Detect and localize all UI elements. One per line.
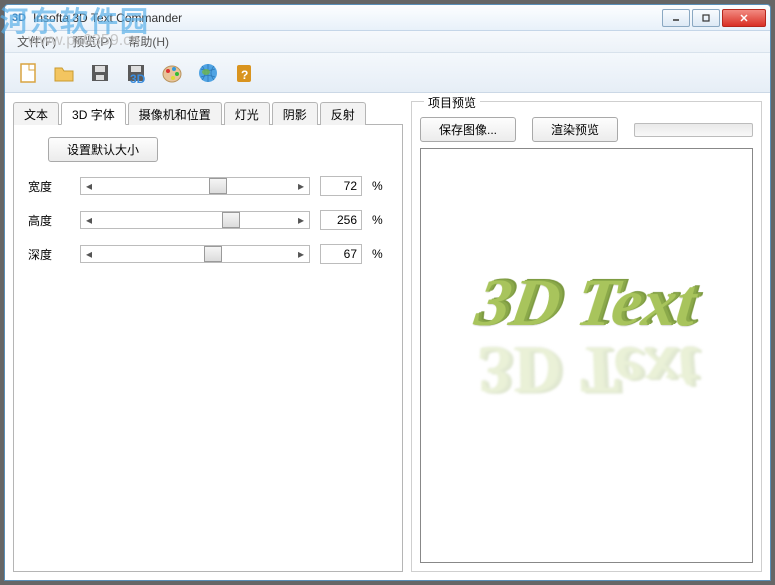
svg-text:3D: 3D: [130, 72, 146, 85]
progress-bar: [634, 123, 753, 137]
width-unit: %: [372, 179, 388, 193]
preview-group: 项目预览 保存图像... 渲染预览 3D Text 3D Text: [411, 101, 762, 572]
slider-width: 宽度 ◂ ▸ 72 %: [28, 176, 388, 196]
save-icon[interactable]: [83, 56, 117, 90]
width-slider[interactable]: ◂ ▸: [80, 177, 310, 195]
depth-slider[interactable]: ◂ ▸: [80, 245, 310, 263]
right-panel: 项目预览 保存图像... 渲染预览 3D Text 3D Text: [411, 101, 762, 572]
preview-canvas: 3D Text 3D Text: [420, 148, 753, 563]
arrow-left-icon[interactable]: ◂: [81, 178, 97, 194]
height-value[interactable]: 256: [320, 210, 362, 230]
width-thumb[interactable]: [209, 178, 227, 194]
tab-body: 设置默认大小 宽度 ◂ ▸ 72 % 高度 ◂: [13, 125, 403, 572]
tab-strip: 文本 3D 字体 摄像机和位置 灯光 阴影 反射: [13, 101, 403, 125]
arrow-right-icon[interactable]: ▸: [293, 212, 309, 228]
height-slider[interactable]: ◂ ▸: [80, 211, 310, 229]
width-label: 宽度: [28, 178, 70, 195]
slider-height: 高度 ◂ ▸ 256 %: [28, 210, 388, 230]
tab-shadow[interactable]: 阴影: [272, 102, 318, 125]
minimize-button[interactable]: [662, 9, 690, 27]
depth-thumb[interactable]: [204, 246, 222, 262]
svg-text:?: ?: [241, 68, 248, 82]
tab-text[interactable]: 文本: [13, 102, 59, 125]
tab-3d-font[interactable]: 3D 字体: [61, 102, 126, 125]
watermark-url: www.pc0359.cn: [28, 32, 140, 50]
slider-depth: 深度 ◂ ▸ 67 %: [28, 244, 388, 264]
height-thumb[interactable]: [222, 212, 240, 228]
help-icon[interactable]: ?: [227, 56, 261, 90]
maximize-button[interactable]: [692, 9, 720, 27]
set-default-button[interactable]: 设置默认大小: [48, 137, 158, 162]
depth-unit: %: [372, 247, 388, 261]
depth-label: 深度: [28, 246, 70, 263]
arrow-left-icon[interactable]: ◂: [81, 246, 97, 262]
depth-value[interactable]: 67: [320, 244, 362, 264]
preview-text-reflection: 3D Text: [470, 330, 700, 408]
tab-light[interactable]: 灯光: [224, 102, 270, 125]
content-area: 文本 3D 字体 摄像机和位置 灯光 阴影 反射 设置默认大小 宽度 ◂ ▸: [5, 93, 770, 580]
new-icon[interactable]: [11, 56, 45, 90]
save-image-button[interactable]: 保存图像...: [420, 117, 516, 142]
left-panel: 文本 3D 字体 摄像机和位置 灯光 阴影 反射 设置默认大小 宽度 ◂ ▸: [13, 101, 403, 572]
preview-group-label: 项目预览: [424, 94, 480, 111]
save-3d-icon[interactable]: 3D: [119, 56, 153, 90]
globe-icon[interactable]: [191, 56, 225, 90]
height-unit: %: [372, 213, 388, 227]
palette-icon[interactable]: [155, 56, 189, 90]
app-window: 3D Insofta 3D Text Commander 文件(F) 预览(P)…: [4, 4, 771, 581]
tab-camera[interactable]: 摄像机和位置: [128, 102, 222, 125]
toolbar: 3D ?: [5, 53, 770, 93]
close-button[interactable]: [722, 9, 766, 27]
tab-reflect[interactable]: 反射: [320, 102, 366, 125]
height-label: 高度: [28, 212, 70, 229]
arrow-right-icon[interactable]: ▸: [293, 178, 309, 194]
open-icon[interactable]: [47, 56, 81, 90]
width-value[interactable]: 72: [320, 176, 362, 196]
render-preview-button[interactable]: 渲染预览: [532, 117, 618, 142]
arrow-left-icon[interactable]: ◂: [81, 212, 97, 228]
arrow-right-icon[interactable]: ▸: [293, 246, 309, 262]
